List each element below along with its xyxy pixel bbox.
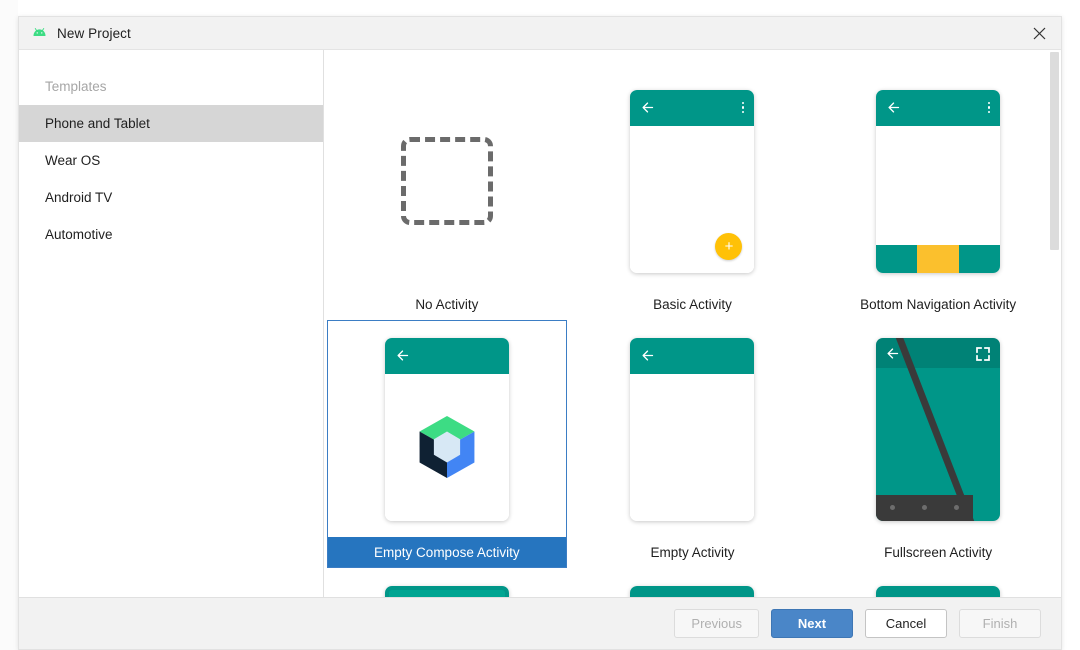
templates-pane: No Activity + Basic Activity Bottom Navi… (324, 50, 1061, 597)
template-thumbnail (328, 321, 566, 537)
phone-preview (876, 89, 1001, 273)
template-card-partially-visible-2[interactable] (572, 568, 812, 597)
backdrop-left-strip (0, 0, 18, 650)
back-arrow-icon (642, 102, 654, 113)
sidebar-item-wear-os[interactable]: Wear OS (19, 142, 323, 179)
template-card-partially-visible-1[interactable] (327, 568, 567, 597)
template-card-empty-compose-activity[interactable]: Empty Compose Activity (326, 320, 567, 568)
bottom-nav-item-active (917, 244, 959, 273)
back-arrow-icon (886, 596, 901, 597)
next-button-label: Next (797, 616, 827, 631)
overflow-menu-icon (987, 101, 991, 114)
templates-scrollbar-track[interactable] (1048, 50, 1061, 597)
template-card-bottom-navigation-activity[interactable]: Bottom Navigation Activity (818, 72, 1058, 320)
template-thumbnail: + (573, 73, 811, 289)
phone-appbar (630, 337, 755, 374)
screen: New Project Templates Phone and Tablet W… (0, 0, 1080, 650)
phone-appbar (630, 89, 755, 126)
template-card-empty-activity[interactable]: Empty Activity (572, 320, 812, 568)
template-thumbnail (573, 321, 811, 537)
template-label: Basic Activity (653, 296, 732, 312)
cancel-button-label: Cancel (885, 616, 927, 631)
finish-button[interactable]: Finish (959, 609, 1041, 638)
template-thumbnail (328, 73, 566, 289)
sidebar-item-label: Automotive (45, 227, 113, 242)
nav-dot (889, 505, 895, 510)
phone-preview: + (630, 89, 755, 273)
dialog-titlebar: New Project (19, 17, 1061, 50)
fullscreen-toolbar (876, 338, 1000, 370)
phone-appbar (876, 585, 1001, 597)
sidebar-item-label: Phone and Tablet (45, 116, 150, 131)
sidebar-item-label: Android TV (45, 190, 113, 205)
template-card-no-activity[interactable]: No Activity (327, 72, 567, 320)
templates-grid: No Activity + Basic Activity Bottom Navi… (324, 50, 1061, 597)
templates-scrollbar-thumb[interactable] (1050, 52, 1059, 250)
template-card-fullscreen-activity[interactable]: Fullscreen Activity (818, 320, 1058, 568)
floating-action-button-icon: + (715, 232, 743, 260)
phone-appbar (876, 89, 1001, 126)
back-arrow-icon (888, 102, 900, 113)
template-thumbnail (819, 569, 1057, 597)
android-logo-icon (31, 25, 48, 42)
previous-button-label: Previous (691, 616, 742, 631)
template-card-partially-visible-3[interactable] (818, 568, 1058, 597)
sidebar-item-automotive[interactable]: Automotive (19, 216, 323, 253)
next-button[interactable]: Next (771, 609, 853, 638)
sidebar-header-templates: Templates (45, 79, 107, 94)
close-icon[interactable] (1017, 17, 1061, 50)
phone-content (384, 373, 509, 521)
sidebar-item-android-tv[interactable]: Android TV (19, 179, 323, 216)
template-thumbnail (573, 569, 811, 597)
back-arrow-icon (642, 350, 654, 361)
template-label: Empty Compose Activity (327, 537, 566, 567)
phone-preview (630, 585, 755, 597)
template-thumbnail (819, 73, 1057, 289)
previous-button[interactable]: Previous (674, 609, 759, 638)
phone-preview (876, 337, 1001, 521)
phone-appbar (630, 585, 755, 597)
dialog-title: New Project (57, 25, 131, 41)
phone-appbar (384, 337, 509, 374)
cancel-button[interactable]: Cancel (865, 609, 947, 638)
dialog-body: Templates Phone and Tablet Wear OS Andro… (19, 50, 1061, 597)
phone-content (630, 373, 755, 521)
category-sidebar: Templates Phone and Tablet Wear OS Andro… (19, 50, 324, 597)
bottom-navigation-bar (876, 244, 1001, 273)
bottom-nav-item (876, 244, 918, 273)
new-project-dialog: New Project Templates Phone and Tablet W… (18, 16, 1062, 650)
phone-preview (384, 337, 509, 521)
template-label: Empty Activity (650, 544, 735, 560)
nav-dot (922, 505, 927, 510)
phone-content (876, 125, 1001, 245)
template-label: Fullscreen Activity (884, 544, 993, 560)
dialog-footer: Previous Next Cancel Finish (19, 597, 1061, 649)
template-thumbnail (819, 321, 1057, 537)
back-arrow-icon (887, 348, 899, 359)
dashed-placeholder-icon (400, 137, 493, 225)
sidebar-item-label: Wear OS (45, 153, 101, 168)
system-navigation-bar (876, 494, 973, 521)
finish-button-label: Finish (982, 616, 1018, 631)
fullscreen-expand-icon (976, 346, 991, 361)
bottom-nav-item (958, 244, 1001, 273)
phone-content: + (630, 125, 755, 273)
sidebar-item-phone-and-tablet[interactable]: Phone and Tablet (19, 105, 323, 142)
phone-preview (630, 337, 755, 521)
jetpack-compose-logo-icon (419, 416, 475, 478)
phone-preview (876, 585, 1001, 597)
nav-dot (954, 505, 960, 510)
back-arrow-icon (397, 350, 408, 361)
template-label: Bottom Navigation Activity (860, 296, 1017, 312)
template-label: No Activity (415, 296, 479, 312)
phone-preview (384, 585, 509, 597)
template-card-basic-activity[interactable]: + Basic Activity (572, 72, 812, 320)
overflow-menu-icon (741, 101, 745, 114)
back-arrow-icon (640, 596, 655, 597)
template-thumbnail (328, 569, 566, 597)
